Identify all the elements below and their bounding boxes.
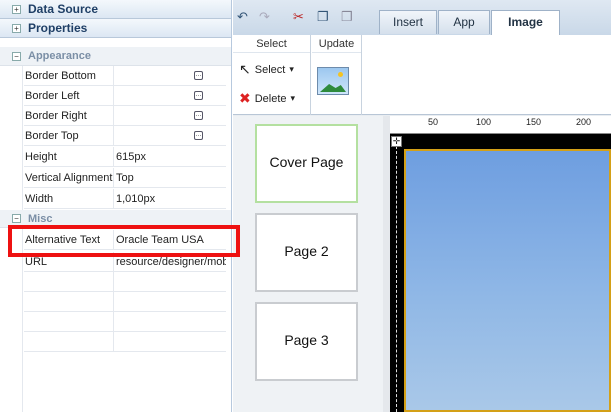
undo-icon[interactable]: ↶	[237, 9, 248, 25]
margin-guide	[396, 146, 398, 412]
accordion-label: Data Source	[28, 2, 99, 16]
property-value[interactable]: 615px	[114, 147, 226, 167]
property-name: Border Bottom	[24, 65, 114, 86]
tab-image[interactable]: Image	[491, 10, 560, 35]
page-thumbnails: Cover Page Page 2 Page 3	[233, 116, 383, 412]
more-options-icon[interactable]: …	[194, 90, 203, 100]
expand-icon[interactable]: +	[12, 23, 21, 33]
property-name: Vertical Alignment	[24, 167, 114, 188]
select-label: Select	[254, 63, 286, 76]
accordion-data-source[interactable]: + Data Source	[0, 0, 231, 19]
more-options-icon[interactable]: …	[194, 110, 203, 120]
more-options-icon[interactable]: …	[194, 70, 203, 80]
group-title: Update	[312, 35, 361, 53]
selected-image[interactable]	[404, 149, 611, 412]
chevron-down-icon: ▾	[289, 64, 294, 74]
property-value[interactable]: …	[114, 126, 226, 146]
property-row[interactable]: Height 615px	[24, 146, 226, 167]
empty-row	[24, 271, 226, 292]
paste-icon[interactable]: ❒	[341, 9, 353, 25]
tab-insert[interactable]: Insert	[379, 10, 437, 34]
property-row[interactable]: Border Top …	[24, 125, 226, 146]
tab-app[interactable]: App	[438, 10, 490, 34]
update-group: Update	[312, 35, 362, 115]
ruler-tick: 50	[428, 117, 439, 127]
property-name: Border Top	[24, 125, 114, 146]
ribbon: Select ↖ Select ▾ ✖ Delete ▾ Update	[233, 35, 611, 115]
cut-icon[interactable]: ✂	[293, 9, 304, 25]
canvas-area: 50 100 150 200 ✛	[383, 116, 611, 412]
page-thumbnail[interactable]: Page 3	[255, 302, 358, 381]
accordion-properties[interactable]: + Properties	[0, 19, 231, 38]
select-group: Select ↖ Select ▾ ✖ Delete ▾	[233, 35, 311, 115]
empty-row	[24, 311, 226, 332]
ruler-tick: 200	[576, 117, 592, 127]
empty-row	[24, 291, 226, 312]
property-row[interactable]: Width 1,010px	[24, 188, 226, 209]
empty-row	[24, 331, 226, 352]
delete-button[interactable]: ✖ Delete ▾	[239, 90, 295, 107]
properties-panel: + Data Source + Properties − Appearance …	[0, 0, 232, 412]
property-name: Border Left	[24, 85, 114, 106]
more-options-icon[interactable]: …	[194, 130, 203, 140]
copy-icon[interactable]: ❐	[317, 9, 329, 25]
property-name: Height	[24, 146, 114, 167]
property-value[interactable]: Top	[114, 168, 226, 188]
page-thumbnail[interactable]: Page 2	[255, 213, 358, 292]
accordion-label: Properties	[28, 21, 88, 35]
toolbar: ↶ ↷ ✂ ❐ ❒ Insert App Image	[233, 0, 611, 35]
section-label: Misc	[28, 212, 53, 225]
move-handle-icon[interactable]: ✛	[391, 136, 402, 147]
collapse-icon[interactable]: −	[12, 51, 21, 61]
expand-icon[interactable]: +	[12, 4, 21, 14]
update-image-button[interactable]	[317, 67, 349, 95]
property-row[interactable]: Border Bottom …	[24, 65, 226, 86]
designer-area: ↶ ↷ ✂ ❐ ❒ Insert App Image Select ↖ Sele…	[233, 0, 611, 412]
delete-icon: ✖	[239, 90, 251, 106]
image-icon	[338, 72, 343, 77]
select-button[interactable]: ↖ Select ▾	[239, 61, 294, 78]
ruler-tick: 100	[476, 117, 492, 127]
delete-label: Delete	[254, 92, 287, 105]
property-value[interactable]: …	[114, 66, 226, 86]
property-row[interactable]: Border Left …	[24, 85, 226, 106]
horizontal-ruler: 50 100 150 200	[390, 116, 611, 134]
page-thumbnail[interactable]: Cover Page	[255, 124, 358, 203]
section-appearance[interactable]: − Appearance	[0, 47, 231, 66]
property-value[interactable]: 1,010px	[114, 189, 226, 209]
property-value[interactable]: …	[114, 106, 226, 126]
property-name: Border Right	[24, 105, 114, 126]
cursor-icon: ↖	[239, 61, 251, 77]
group-title: Select	[233, 35, 310, 53]
highlight-box	[8, 225, 240, 257]
ruler-tick: 150	[526, 117, 542, 127]
property-row[interactable]: Border Right …	[24, 105, 226, 126]
chevron-down-icon: ▾	[290, 93, 296, 103]
property-value[interactable]: …	[114, 86, 226, 106]
section-label: Appearance	[28, 50, 91, 62]
property-name: Width	[24, 188, 114, 209]
collapse-icon[interactable]: −	[12, 214, 21, 223]
redo-icon[interactable]: ↷	[259, 9, 270, 25]
property-row[interactable]: Vertical Alignment Top	[24, 167, 226, 188]
